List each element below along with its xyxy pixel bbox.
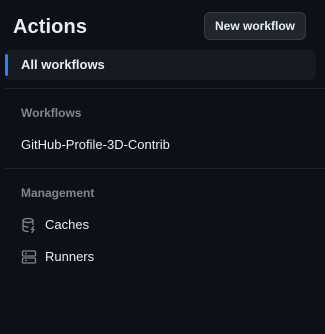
divider (5, 168, 325, 169)
nav-item-label: All workflows (21, 57, 105, 72)
page-title: Actions (13, 16, 88, 38)
management-item-label: Runners (45, 249, 95, 264)
management-item-caches[interactable]: Caches (5, 210, 316, 240)
management-item-runners[interactable]: Runners (5, 242, 316, 272)
nav-item-all-workflows[interactable]: All workflows (5, 50, 316, 80)
management-section-title: Management (21, 186, 95, 200)
database-icon (21, 217, 37, 234)
management-item-label: Caches (45, 217, 90, 232)
selected-indicator (5, 54, 8, 76)
server-icon (21, 249, 37, 265)
actions-header: Actions New workflow (0, 0, 325, 48)
new-workflow-button[interactable]: New workflow (204, 12, 306, 40)
workflows-section-title: Workflows (21, 106, 82, 120)
workflow-item-github-profile-3d-contrib[interactable]: GitHub-Profile-3D-Contrib (5, 130, 316, 160)
divider (5, 88, 325, 89)
workflow-item-label: GitHub-Profile-3D-Contrib (21, 137, 170, 152)
